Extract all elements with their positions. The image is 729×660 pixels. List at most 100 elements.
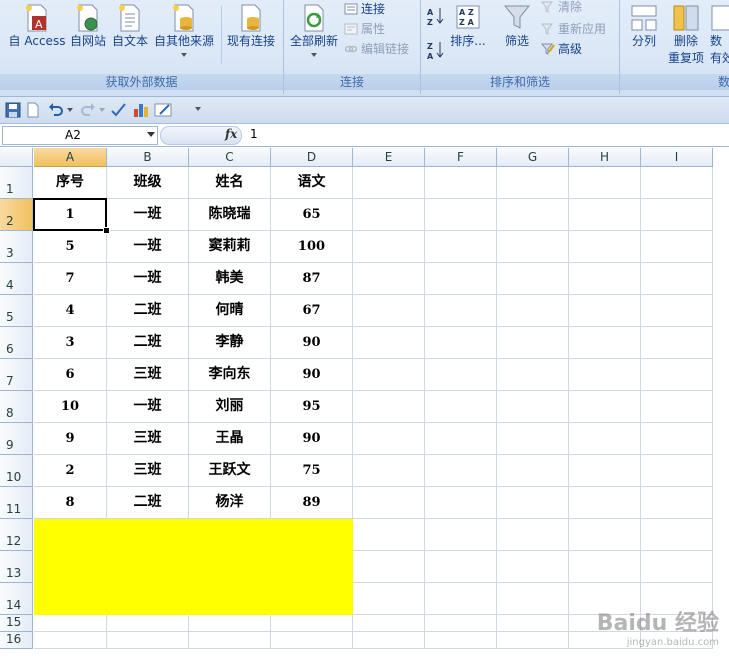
empty-cell[interactable]	[107, 551, 189, 583]
empty-cell[interactable]	[353, 295, 425, 327]
header-cell[interactable]: 语文	[271, 167, 353, 199]
empty-cell[interactable]	[569, 455, 641, 487]
empty-cell[interactable]	[497, 231, 569, 263]
empty-cell[interactable]	[497, 263, 569, 295]
empty-cell[interactable]	[569, 391, 641, 423]
table-cell[interactable]: 67	[271, 295, 353, 327]
table-cell[interactable]: 陈晓瑞	[189, 199, 271, 231]
table-cell[interactable]: 二班	[107, 295, 189, 327]
empty-cell[interactable]	[353, 519, 425, 551]
table-cell[interactable]: 9	[34, 423, 107, 455]
table-cell[interactable]: 韩美	[189, 263, 271, 295]
empty-cell[interactable]	[353, 423, 425, 455]
empty-cell[interactable]	[497, 632, 569, 649]
spell-check-icon[interactable]	[110, 101, 128, 119]
existing-connections-button[interactable]: 现有连接	[224, 4, 278, 49]
reapply-button[interactable]: 重新应用	[541, 20, 606, 37]
empty-cell[interactable]	[569, 551, 641, 583]
fill-handle[interactable]	[103, 227, 110, 234]
row-header-5[interactable]: 5	[0, 295, 33, 327]
sort-descending-button[interactable]: ZA	[427, 40, 445, 60]
table-cell[interactable]: 65	[271, 199, 353, 231]
row-header-3[interactable]: 3	[0, 231, 33, 263]
row-header-13[interactable]: 13	[0, 551, 33, 583]
empty-cell[interactable]	[107, 615, 189, 632]
table-cell[interactable]: 8	[34, 487, 107, 519]
empty-cell[interactable]	[497, 199, 569, 231]
empty-cell[interactable]	[34, 632, 107, 649]
empty-cell[interactable]	[641, 391, 713, 423]
properties-button[interactable]: 属性	[344, 20, 385, 37]
clear-filter-button[interactable]: 清除	[541, 0, 582, 15]
row-header-8[interactable]: 8	[0, 391, 33, 423]
chart-icon[interactable]	[132, 101, 150, 119]
header-cell[interactable]: 序号	[34, 167, 107, 199]
empty-cell[interactable]	[189, 551, 271, 583]
row-header-9[interactable]: 9	[0, 423, 33, 455]
table-cell[interactable]: 90	[271, 359, 353, 391]
empty-cell[interactable]	[107, 583, 189, 615]
table-cell[interactable]: 一班	[107, 263, 189, 295]
text-to-columns-button[interactable]: 分列	[626, 4, 662, 49]
column-header-c[interactable]: C	[189, 148, 271, 167]
worksheet-grid[interactable]: A B C D E F G H I 1 2 3 4 5 6 7 8 9 10 11 12 13 14 15 16 序号 班级 姓名 语文…	[0, 148, 729, 660]
empty-cell[interactable]	[353, 583, 425, 615]
header-cell[interactable]: 班级	[107, 167, 189, 199]
edit-links-button[interactable]: 编辑链接	[344, 40, 409, 57]
header-cell[interactable]: 姓名	[189, 167, 271, 199]
empty-cell[interactable]	[353, 359, 425, 391]
table-cell[interactable]: 90	[271, 327, 353, 359]
row-header-12[interactable]: 12	[0, 519, 33, 551]
empty-cell[interactable]	[425, 231, 497, 263]
table-cell[interactable]: 三班	[107, 455, 189, 487]
column-header-h[interactable]: H	[569, 148, 641, 167]
empty-cell[interactable]	[497, 519, 569, 551]
table-cell[interactable]: 89	[271, 487, 353, 519]
empty-cell[interactable]	[569, 327, 641, 359]
name-box-dropdown-icon[interactable]	[147, 132, 155, 137]
redo-icon[interactable]	[80, 101, 96, 119]
empty-cell[interactable]	[353, 551, 425, 583]
table-cell[interactable]: 90	[271, 423, 353, 455]
row-header-16[interactable]: 16	[0, 632, 33, 649]
table-cell[interactable]: 100	[271, 231, 353, 263]
row-header-4[interactable]: 4	[0, 263, 33, 295]
empty-cell[interactable]	[569, 199, 641, 231]
empty-cell[interactable]	[497, 167, 569, 199]
empty-cell[interactable]	[497, 359, 569, 391]
row-header-2[interactable]: 2	[0, 199, 33, 231]
empty-cell[interactable]	[497, 583, 569, 615]
table-cell[interactable]: 三班	[107, 359, 189, 391]
remove-duplicates-button[interactable]: 删除 重复项	[666, 4, 706, 66]
empty-cell[interactable]	[271, 632, 353, 649]
empty-cell[interactable]	[497, 615, 569, 632]
empty-cell[interactable]	[641, 551, 713, 583]
row-header-10[interactable]: 10	[0, 455, 33, 487]
empty-cell[interactable]	[641, 487, 713, 519]
empty-cell[interactable]	[641, 423, 713, 455]
empty-cell[interactable]	[353, 487, 425, 519]
empty-cell[interactable]	[189, 519, 271, 551]
table-cell[interactable]: 二班	[107, 487, 189, 519]
empty-cell[interactable]	[425, 583, 497, 615]
redo-dropdown-icon[interactable]	[99, 108, 105, 112]
table-cell[interactable]: 一班	[107, 391, 189, 423]
empty-cell[interactable]	[497, 423, 569, 455]
empty-cell[interactable]	[425, 615, 497, 632]
column-header-b[interactable]: B	[107, 148, 189, 167]
empty-cell[interactable]	[497, 295, 569, 327]
empty-cell[interactable]	[569, 487, 641, 519]
name-box[interactable]: A2	[2, 126, 158, 145]
column-header-i[interactable]: I	[641, 148, 713, 167]
empty-cell[interactable]	[497, 391, 569, 423]
column-header-f[interactable]: F	[425, 148, 497, 167]
table-cell[interactable]: 75	[271, 455, 353, 487]
empty-cell[interactable]	[425, 295, 497, 327]
table-cell[interactable]: 3	[34, 327, 107, 359]
refresh-all-button[interactable]: 全部刷新	[286, 4, 342, 57]
empty-cell[interactable]	[425, 519, 497, 551]
column-header-a[interactable]: A	[34, 148, 107, 167]
empty-cell[interactable]	[353, 327, 425, 359]
column-header-g[interactable]: G	[497, 148, 569, 167]
empty-cell[interactable]	[425, 359, 497, 391]
